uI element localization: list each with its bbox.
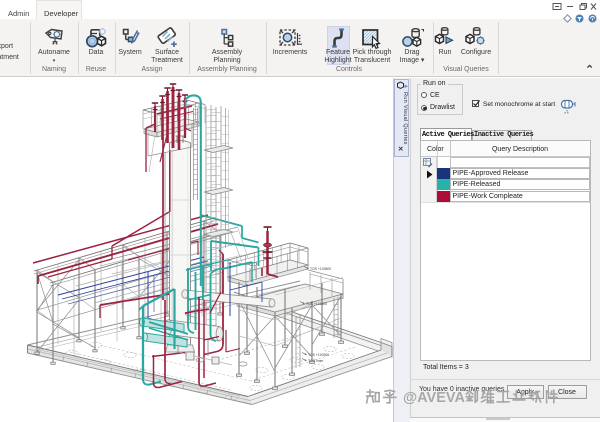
svg-text:TOS +101500: TOS +101500 xyxy=(306,302,327,306)
svg-text:TOS +103500: TOS +103500 xyxy=(310,267,331,271)
svg-text:TOS 0mm: TOS 0mm xyxy=(308,359,324,363)
svg-text:@AVEVA: @AVEVA xyxy=(403,390,465,406)
svg-text:TOS +100300: TOS +100300 xyxy=(308,353,329,357)
